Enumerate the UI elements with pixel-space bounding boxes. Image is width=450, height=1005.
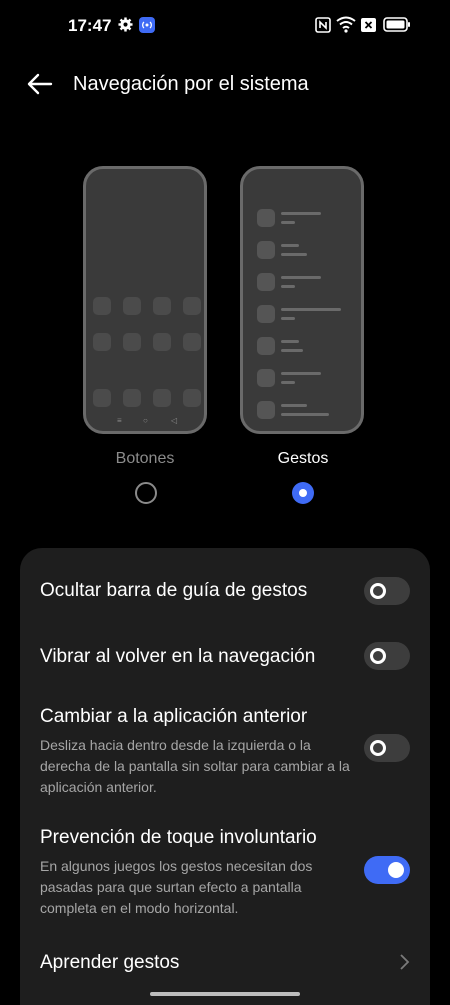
accidental-touch-description: En algunos juegos los gestos necesitan d… bbox=[40, 858, 313, 916]
app-icon bbox=[153, 297, 171, 315]
list-line bbox=[281, 276, 321, 279]
list-line bbox=[281, 372, 321, 375]
list-line bbox=[281, 221, 295, 224]
home-key-icon: ○ bbox=[143, 416, 148, 425]
list-line bbox=[281, 317, 295, 320]
list-line bbox=[281, 340, 299, 343]
list-line bbox=[281, 404, 307, 407]
back-arrow-icon[interactable] bbox=[24, 70, 56, 98]
switch-previous-app-toggle[interactable] bbox=[364, 734, 410, 762]
list-icon bbox=[257, 401, 275, 419]
nfc-icon bbox=[315, 17, 331, 33]
list-line bbox=[281, 381, 295, 384]
list-icon bbox=[257, 305, 275, 323]
app-icon bbox=[153, 333, 171, 351]
app-icon bbox=[183, 389, 201, 407]
app-icon bbox=[93, 297, 111, 315]
page-title: Navegación por el sistema bbox=[73, 73, 309, 95]
gesture-bar bbox=[281, 413, 329, 416]
list-icon bbox=[257, 241, 275, 259]
chevron-right-icon[interactable] bbox=[398, 953, 410, 971]
list-line bbox=[281, 244, 299, 247]
list-line bbox=[281, 308, 341, 311]
vibrate-back-toggle[interactable] bbox=[364, 642, 410, 670]
menu-key-icon: ≡ bbox=[117, 416, 122, 425]
option-label-buttons: Botones bbox=[115, 450, 175, 467]
list-icon bbox=[257, 337, 275, 355]
broadcast-icon bbox=[139, 17, 155, 33]
list-icon bbox=[257, 369, 275, 387]
wifi-icon bbox=[336, 16, 356, 33]
app-icon bbox=[123, 297, 141, 315]
app-icon bbox=[123, 389, 141, 407]
app-icon bbox=[123, 333, 141, 351]
home-indicator[interactable] bbox=[150, 992, 300, 996]
toggle-knob bbox=[388, 862, 404, 878]
app-icon bbox=[93, 333, 111, 351]
back-key-icon: ◁ bbox=[171, 416, 178, 425]
toggle-knob bbox=[370, 740, 386, 756]
hide-gesture-bar-label: Ocultar barra de guía de gestos bbox=[40, 580, 308, 601]
buttons-radio[interactable] bbox=[135, 482, 157, 504]
status-bar: 17:47 bbox=[0, 0, 450, 52]
gear-icon bbox=[118, 17, 133, 32]
buttons-preview[interactable]: ≡ ○ ◁ bbox=[83, 166, 207, 434]
learn-gestures-label[interactable]: Aprender gestos bbox=[40, 952, 179, 974]
gestures-radio[interactable] bbox=[292, 482, 314, 504]
gestures-preview[interactable] bbox=[240, 166, 364, 434]
list-line bbox=[281, 285, 295, 288]
toggle-knob bbox=[370, 648, 386, 664]
toggle-knob bbox=[370, 583, 386, 599]
list-line bbox=[281, 212, 321, 215]
app-icon bbox=[183, 333, 201, 351]
accidental-touch-toggle[interactable] bbox=[364, 856, 410, 884]
app-icon bbox=[153, 389, 171, 407]
switch-previous-app-label: Cambiar a la aplicación anterior bbox=[40, 706, 308, 727]
list-line bbox=[281, 349, 303, 352]
battery-icon bbox=[383, 17, 410, 32]
list-line bbox=[281, 253, 307, 256]
no-sim-icon bbox=[361, 18, 376, 32]
list-icon bbox=[257, 209, 275, 227]
app-icon bbox=[183, 297, 201, 315]
list-icon bbox=[257, 273, 275, 291]
switch-previous-app-description: Desliza hacia dentro desde la izquierda … bbox=[40, 737, 350, 795]
app-icon bbox=[93, 389, 111, 407]
accidental-touch-label: Prevención de toque involuntario bbox=[40, 827, 317, 848]
vibrate-back-label: Vibrar al volver en la navegación bbox=[40, 646, 316, 667]
status-time: 17:47 bbox=[68, 16, 112, 35]
option-label-gestures: Gestos bbox=[277, 450, 329, 467]
hide-gesture-bar-toggle[interactable] bbox=[364, 577, 410, 605]
